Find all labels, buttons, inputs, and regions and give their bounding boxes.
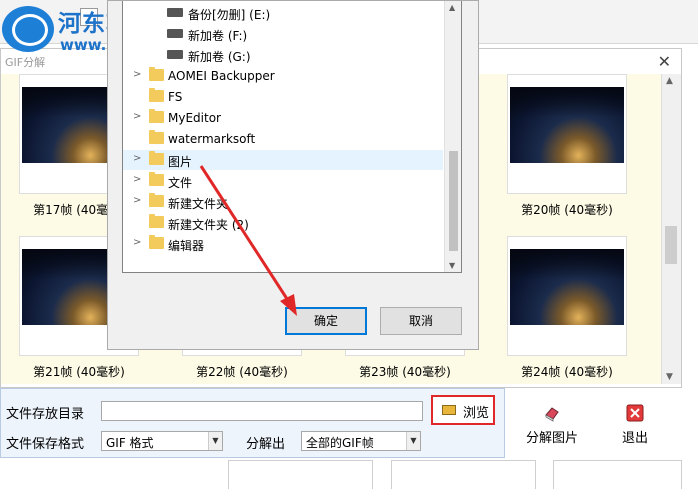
folder-icon xyxy=(149,109,164,123)
chevron-down-icon[interactable]: ▼ xyxy=(406,432,420,450)
folder-icon xyxy=(149,130,164,144)
frame-item[interactable]: 第20帧 (40毫秒) xyxy=(507,74,627,222)
tree-item-label: 新建文件夹 xyxy=(168,197,229,211)
exit-label: 退出 xyxy=(621,431,648,446)
tree-item-label: 编辑器 xyxy=(168,239,205,253)
decompose-button[interactable]: 分解图片 xyxy=(522,404,582,448)
tree-item[interactable]: FS xyxy=(123,87,443,107)
frame-label: 第23帧 (40毫秒) xyxy=(359,365,451,379)
close-icon[interactable]: ✕ xyxy=(658,52,671,71)
ok-button[interactable]: 确定 xyxy=(285,307,367,335)
tree-item[interactable]: > AOMEI Backupper xyxy=(123,66,443,86)
chevron-right-icon[interactable]: > xyxy=(133,111,141,122)
tree-item-selected[interactable]: > 图片 xyxy=(123,150,443,170)
chevron-right-icon[interactable]: > xyxy=(133,237,141,248)
scroll-down-icon[interactable]: ▼ xyxy=(666,372,673,382)
frame-label: 第21帧 (40毫秒) xyxy=(33,365,125,379)
frames-scrollbar[interactable]: ▲ ▼ xyxy=(661,74,681,384)
tree-item-label: 新加卷 (F:) xyxy=(188,29,248,43)
tree-item[interactable]: > 新建文件夹 xyxy=(123,192,443,212)
folder-icon xyxy=(149,172,164,186)
bottom-panel: 文件存放目录 浏览 文件保存格式 GIF 格式 ▼ 分解出 全部的GIF帧 ▼ … xyxy=(0,388,698,489)
drive-icon xyxy=(167,50,183,59)
scroll-up-icon[interactable]: ▲ xyxy=(666,76,673,86)
folder-icon xyxy=(149,193,164,207)
frame-label: 第20帧 (40毫秒) xyxy=(521,203,613,217)
tree-item-label: 图片 xyxy=(168,155,193,169)
tree-item[interactable]: > MyEditor xyxy=(123,108,443,128)
browse-label: 浏览 xyxy=(463,406,490,421)
toolbar-icon[interactable] xyxy=(80,8,98,26)
frame-label: 第24帧 (40毫秒) xyxy=(521,365,613,379)
eraser-icon xyxy=(545,407,559,422)
tree-item-label: FS xyxy=(168,90,183,104)
tree-item-label: MyEditor xyxy=(168,111,221,125)
folder-icon xyxy=(149,88,164,102)
scrollbar-thumb[interactable] xyxy=(665,226,677,264)
bottom-frame-stub xyxy=(553,460,682,489)
cancel-button[interactable]: 取消 xyxy=(380,307,462,335)
settings-panel: 文件存放目录 浏览 文件保存格式 GIF 格式 ▼ 分解出 全部的GIF帧 ▼ xyxy=(0,388,505,458)
gif-window-title: GIF分解 xyxy=(5,56,46,69)
scroll-up-icon[interactable]: ▲ xyxy=(449,3,455,12)
close-icon xyxy=(626,404,644,422)
chevron-right-icon[interactable]: > xyxy=(133,195,141,206)
bottom-frame-stub xyxy=(391,460,536,489)
folder-icon xyxy=(149,67,164,81)
decompose-label: 分解图片 xyxy=(525,431,578,446)
folder-icon xyxy=(149,214,164,228)
frame-item[interactable]: 第24帧 (40毫秒) xyxy=(507,236,627,384)
chevron-right-icon[interactable]: > xyxy=(133,153,141,164)
scroll-down-icon[interactable]: ▼ xyxy=(449,261,455,270)
tree-item-label: 新建文件夹 (2) xyxy=(168,218,249,232)
frame-label: 第22帧 (40毫秒) xyxy=(196,365,288,379)
drive-icon xyxy=(167,8,183,17)
bottom-frame-stub xyxy=(228,460,373,489)
format-value: GIF 格式 xyxy=(106,436,154,450)
tree-item[interactable]: 备份[勿删] (E:) xyxy=(123,3,443,23)
split-value: 全部的GIF帧 xyxy=(306,436,374,450)
tree-scrollbar[interactable]: ▲ ▼ xyxy=(444,1,461,272)
chevron-right-icon[interactable]: > xyxy=(133,69,141,80)
folder-tree[interactable]: 备份[勿删] (E:) 新加卷 (F:) 新加卷 (G:) > AOMEI Ba… xyxy=(122,1,462,273)
drive-icon xyxy=(167,29,183,38)
toolbar-label[interactable]: 分解 xyxy=(4,12,26,28)
tree-item[interactable]: watermarksoft xyxy=(123,129,443,149)
split-label: 分解出 xyxy=(246,437,286,452)
frame-thumbnail xyxy=(507,236,627,356)
tree-item-label: 备份[勿删] (E:) xyxy=(188,8,271,22)
dir-label: 文件存放目录 xyxy=(6,407,85,422)
tree-item-label: watermarksoft xyxy=(168,132,256,146)
split-select[interactable]: 全部的GIF帧 ▼ xyxy=(301,431,421,451)
tree-item-label: 文件 xyxy=(168,176,193,190)
frame-thumbnail xyxy=(507,74,627,194)
format-label: 文件保存格式 xyxy=(6,437,85,452)
chevron-right-icon[interactable]: > xyxy=(133,174,141,185)
folder-open-icon xyxy=(442,405,456,415)
tree-item[interactable]: 新加卷 (F:) xyxy=(123,24,443,44)
browse-button[interactable]: 浏览 xyxy=(431,395,495,425)
folder-dialog: 备份[勿删] (E:) 新加卷 (F:) 新加卷 (G:) > AOMEI Ba… xyxy=(107,0,479,350)
folder-icon xyxy=(149,151,164,165)
tree-item-label: AOMEI Backupper xyxy=(168,69,275,83)
format-select[interactable]: GIF 格式 ▼ xyxy=(101,431,223,451)
tree-item-label: 新加卷 (G:) xyxy=(188,50,251,64)
exit-button[interactable]: 退出 xyxy=(605,404,665,448)
tree-item[interactable]: 新建文件夹 (2) xyxy=(123,213,443,233)
dir-input[interactable] xyxy=(101,401,423,421)
tree-item[interactable]: > 文件 xyxy=(123,171,443,191)
chevron-down-icon[interactable]: ▼ xyxy=(208,432,222,450)
tree-item[interactable]: 新加卷 (G:) xyxy=(123,45,443,65)
folder-icon xyxy=(149,235,164,249)
tree-item[interactable]: > 编辑器 xyxy=(123,234,443,254)
scrollbar-thumb[interactable] xyxy=(449,151,458,251)
